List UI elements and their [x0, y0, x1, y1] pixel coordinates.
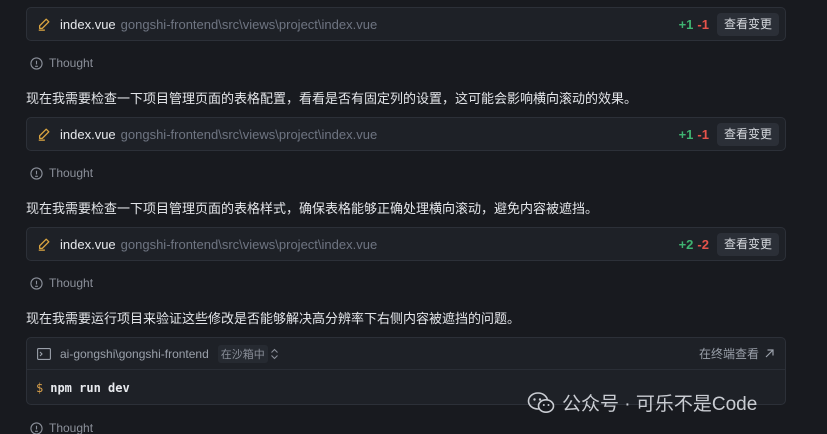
sandbox-selector[interactable]: 在沙箱中 [217, 344, 268, 363]
terminal-icon [37, 347, 51, 360]
bulb-icon [30, 166, 43, 180]
terminal-header: ai-gongshi\gongshi-frontend 在沙箱中 在终端查看 [27, 338, 785, 370]
bulb-icon [30, 276, 43, 290]
additions-count: +1 [678, 16, 694, 32]
edit-icon [37, 237, 51, 251]
thought-toggle[interactable]: Thought [30, 56, 93, 70]
edit-icon [37, 127, 51, 141]
file-name: index.vue [60, 236, 116, 252]
terminal-prompt: $ [36, 380, 44, 395]
assistant-message: 现在我需要检查一下项目管理页面的表格配置，看看是否有固定列的设置，这可能会影响横… [26, 91, 638, 106]
thought-toggle[interactable]: Thought [30, 166, 93, 180]
deletions-count: -2 [697, 236, 709, 252]
file-name: index.vue [60, 16, 116, 32]
assistant-message: 现在我需要检查一下项目管理页面的表格样式，确保表格能够正确处理横向滚动，避免内容… [26, 201, 599, 216]
view-changes-button[interactable]: 查看变更 [716, 122, 779, 146]
thought-label: Thought [49, 166, 94, 180]
additions-count: +2 [678, 236, 694, 252]
file-change-card[interactable]: index.vue gongshi-frontend\src\views\pro… [26, 117, 786, 151]
bulb-icon [30, 421, 43, 434]
file-path: gongshi-frontend\src\views\project\index… [120, 236, 378, 252]
watermark-text: 公众号 · 可乐不是Code [562, 394, 758, 415]
assistant-message: 现在我需要运行项目来验证这些修改是否能够解决高分辨率下右侧内容被遮挡的问题。 [26, 311, 521, 326]
deletions-count: -1 [697, 126, 709, 142]
file-change-card[interactable]: index.vue gongshi-frontend\src\views\pro… [26, 227, 786, 261]
watermark: 公众号 · 可乐不是Code [527, 389, 757, 416]
thought-toggle[interactable]: Thought [30, 276, 93, 290]
additions-count: +1 [678, 126, 694, 142]
open-in-terminal-link[interactable]: 在终端查看 [699, 345, 759, 362]
file-path: gongshi-frontend\src\views\project\index… [120, 126, 378, 142]
file-change-card[interactable]: index.vue gongshi-frontend\src\views\pro… [26, 7, 786, 41]
terminal-cwd: ai-gongshi\gongshi-frontend [60, 346, 209, 361]
thought-toggle[interactable]: Thought [30, 421, 93, 434]
wechat-icon [527, 391, 555, 415]
file-name: index.vue [60, 126, 116, 142]
file-path: gongshi-frontend\src\views\project\index… [120, 16, 378, 32]
thought-label: Thought [49, 421, 94, 434]
terminal-command: npm run dev [50, 380, 130, 395]
thought-label: Thought [49, 56, 94, 70]
edit-icon [37, 17, 51, 31]
thought-label: Thought [49, 276, 94, 290]
view-changes-button[interactable]: 查看变更 [716, 12, 779, 36]
bulb-icon [30, 56, 43, 70]
deletions-count: -1 [697, 16, 709, 32]
arrow-up-right-icon[interactable] [764, 348, 775, 359]
view-changes-button[interactable]: 查看变更 [716, 232, 779, 256]
chevron-updown-icon[interactable] [270, 348, 279, 360]
